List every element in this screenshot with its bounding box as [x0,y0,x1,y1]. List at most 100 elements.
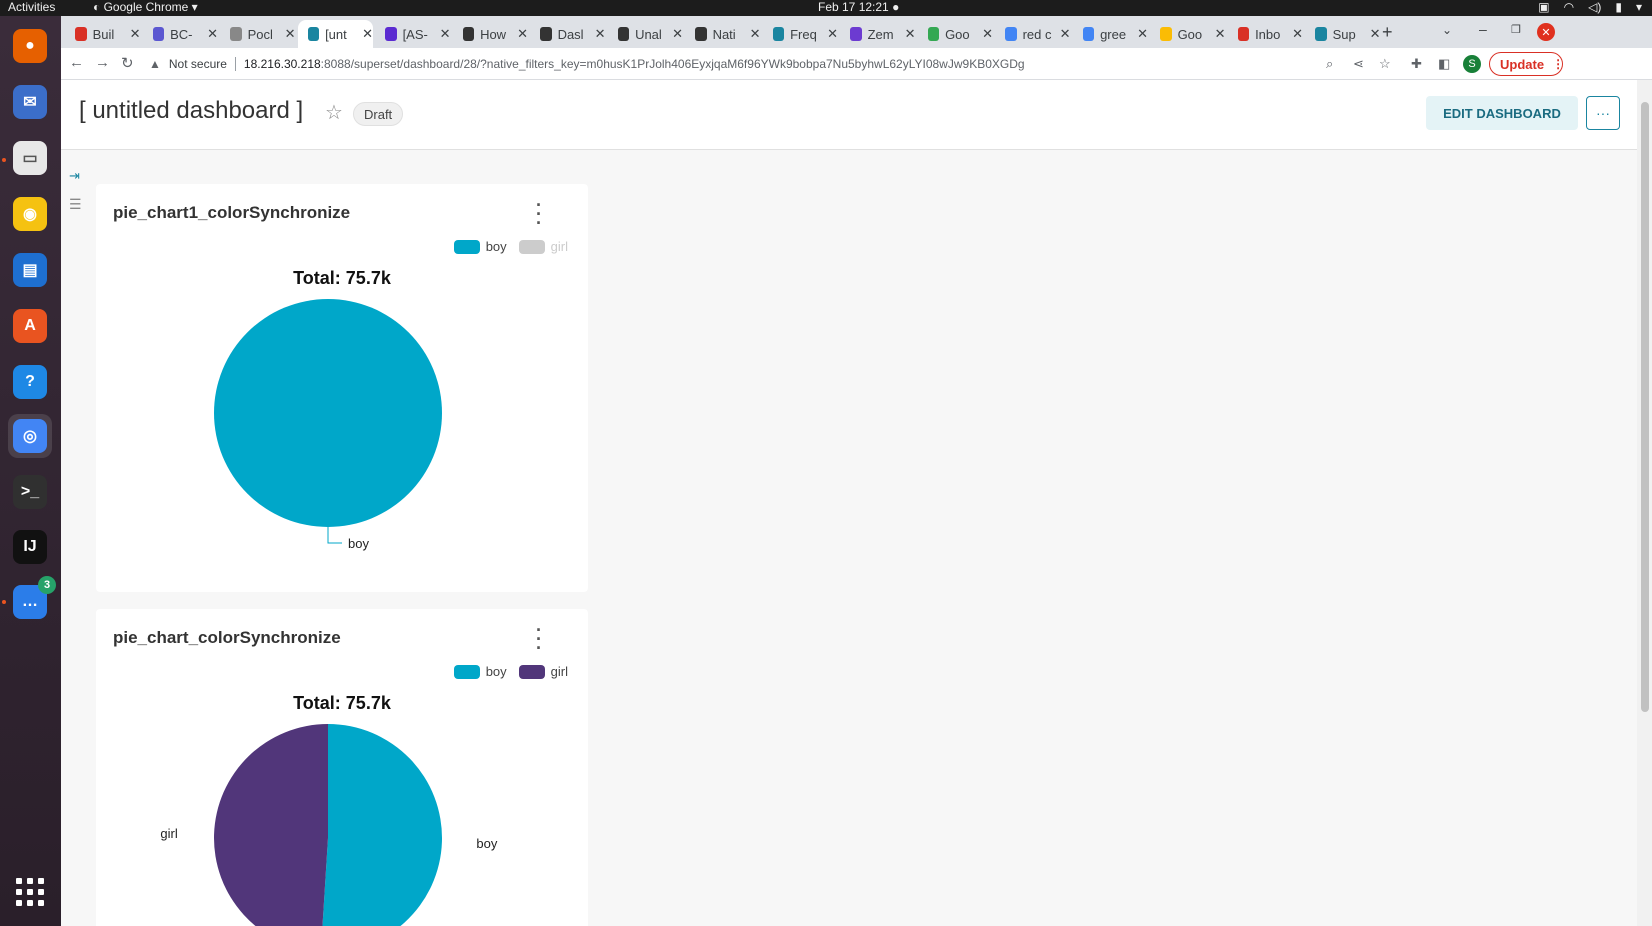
chart-card: pie_chart1_colorSynchronize · · · boy girl … [96,184,588,592]
tab-label: Unal [635,26,662,42]
expand-filters-icon[interactable]: ⇥ [69,168,80,184]
grid-dot [16,878,22,884]
close-tab-icon[interactable]: ✕ [905,26,916,42]
app-center-icon-glyph: A [13,309,47,343]
more-options-button[interactable]: ··· [1586,96,1620,130]
intellij-icon[interactable]: IJ [8,525,52,569]
browser-tab[interactable]: Goo ✕ [918,20,993,48]
status-badge[interactable]: Draft [353,102,404,126]
app-center-icon[interactable]: A [8,304,52,348]
close-tab-icon[interactable]: ✕ [1060,26,1071,42]
writer-icon[interactable]: ▤ [8,248,52,292]
share-icon[interactable]: ⋖ [1353,56,1364,72]
extensions-icon[interactable]: ✚ [1411,56,1422,72]
show-apps-icon[interactable] [16,878,44,906]
url-path: :8088/superset/dashboard/28/?native_filt… [320,57,1025,71]
favicon-icon [1005,27,1017,41]
browser-tab[interactable]: Buil ✕ [65,20,141,48]
page-scrollbar[interactable] [1637,80,1652,926]
pie-slice-girl[interactable] [214,724,328,926]
update-button[interactable]: Update ⋮ [1489,52,1564,76]
close-tab-icon[interactable]: ✕ [750,26,761,42]
browser-tab[interactable]: Dasl ✕ [530,20,606,48]
close-tab-icon[interactable]: ✕ [595,26,606,42]
dashboard-title[interactable]: [ untitled dashboard ] [79,97,303,125]
chevron-down-icon: ▾ [1635,0,1642,14]
browser-tab[interactable]: Pocl ✕ [220,20,296,48]
tab-search-icon[interactable]: ⌄ [1442,23,1452,37]
system-tray[interactable]: ▣ ◠ ◁) ▮ ▾ [1538,0,1642,15]
superset-dashboard: [ untitled dashboard ] ☆ Draft EDIT DASH… [61,80,1637,926]
thunderbird-icon[interactable]: ✉ [8,80,52,124]
close-tab-icon[interactable]: ✕ [672,26,683,42]
terminal-icon[interactable]: >_ [8,470,52,514]
browser-tab[interactable]: gree ✕ [1073,20,1148,48]
close-tab-icon[interactable]: ✕ [1292,26,1303,42]
restore-icon[interactable]: ❐ [1511,23,1521,36]
forward-icon[interactable]: → [95,54,110,71]
browser-tab[interactable]: Zem ✕ [840,20,916,48]
app-menu[interactable]: ◐ Google Chrome ▾ [93,0,198,15]
pie-slice-boy[interactable] [214,299,442,527]
browser-tab[interactable]: red c ✕ [995,20,1071,48]
close-tab-icon[interactable]: ✕ [1137,26,1148,42]
tab-label: BC- [170,26,193,42]
close-tab-icon[interactable]: ✕ [440,26,451,42]
close-tab-icon[interactable]: ✕ [517,26,528,42]
close-tab-icon[interactable]: ✕ [1215,26,1226,42]
browser-tab[interactable]: Unal ✕ [608,20,683,48]
browser-tab[interactable]: Freq ✕ [763,20,838,48]
browser-tab[interactable]: Inbo ✕ [1228,20,1303,48]
close-tab-icon[interactable]: ✕ [285,26,296,42]
files-icon[interactable]: ▭ [8,136,52,180]
rhythmbox-icon[interactable]: ◉ [8,192,52,236]
filter-icon[interactable]: ☰ [69,196,82,213]
favorite-star-icon[interactable]: ☆ [325,100,343,125]
favicon-icon [850,27,862,41]
system-top-bar: Activities ◐ Google Chrome ▾ Feb 17 12:2… [0,0,1652,16]
close-tab-icon[interactable]: ✕ [827,26,838,42]
chat-icon[interactable]: … 3 [8,576,56,624]
close-window-icon[interactable]: ✕ [1537,23,1555,41]
reload-icon[interactable]: ↻ [121,54,134,72]
close-tab-icon[interactable]: ✕ [1370,26,1381,42]
bookmark-star-icon[interactable]: ☆ [1379,56,1391,72]
pie-slice-boy[interactable] [321,724,442,926]
notification-badge: 3 [38,576,56,594]
edit-dashboard-button[interactable]: EDIT DASHBOARD [1426,96,1578,130]
address-bar[interactable]: ▲ Not secure 18.216.30.218:8088/superset… [149,51,1389,77]
browser-tab[interactable]: Sup ✕ [1305,20,1381,48]
scrollbar-thumb[interactable] [1641,102,1649,712]
browser-tab[interactable]: Nati ✕ [685,20,761,48]
grid-dot [27,900,33,906]
minimize-icon[interactable]: – [1479,21,1487,37]
side-panel-icon[interactable]: ◧ [1438,56,1450,72]
grid-dot [16,889,22,895]
grid-dot [27,889,33,895]
activities-button[interactable]: Activities [8,0,55,15]
favicon-icon [385,27,397,41]
close-tab-icon[interactable]: ✕ [362,26,373,42]
close-tab-icon[interactable]: ✕ [207,26,218,42]
firefox-icon[interactable]: ● [8,24,52,68]
help-icon[interactable]: ? [8,360,52,404]
tab-label: Buil [92,26,115,42]
volume-icon: ◁) [1588,0,1602,14]
browser-tab[interactable]: BC- ✕ [143,20,218,48]
close-tab-icon[interactable]: ✕ [982,26,993,42]
browser-tab[interactable]: Goo ✕ [1150,20,1226,48]
profile-avatar[interactable]: S [1463,55,1481,73]
close-tab-icon[interactable]: ✕ [130,26,141,42]
new-tab-button[interactable]: + [1382,22,1393,43]
browser-tab[interactable]: How ✕ [453,20,528,48]
favicon-icon [617,27,630,41]
label-leader-line [327,527,342,544]
zoom-icon[interactable]: ⌕ [1326,56,1333,72]
writer-icon-glyph: ▤ [13,253,47,287]
clock[interactable]: Feb 17 12:21 ● [818,0,899,15]
chrome-icon[interactable]: ◎ [8,414,52,458]
back-icon[interactable]: ← [69,54,84,71]
browser-tab[interactable]: [AS- ✕ [375,20,451,48]
browser-tab[interactable]: [unt ✕ [297,20,373,48]
intellij-icon-glyph: IJ [13,530,47,564]
